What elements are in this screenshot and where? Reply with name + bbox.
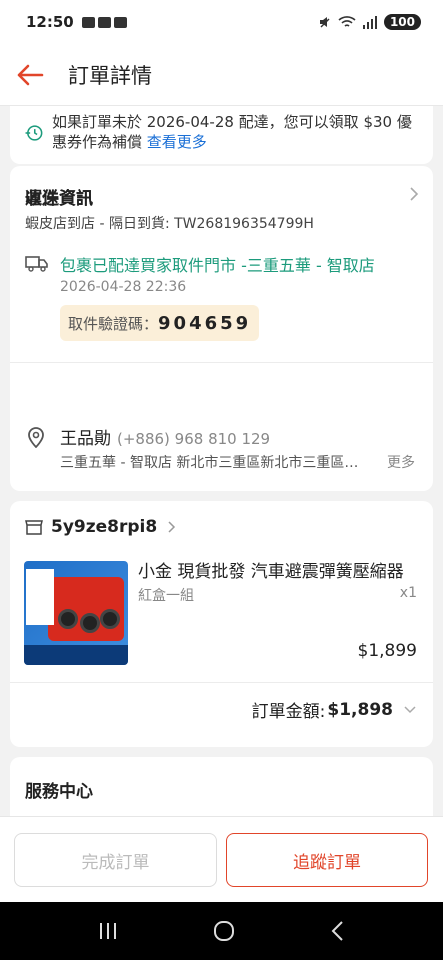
home-icon[interactable] [212,919,236,943]
pickup-code-label: 取件驗證碼： [68,314,159,333]
recipient-phone: (+886) 968 810 129 [117,430,271,448]
recipient-address: 三重五華 - 智取店 新北市三重區新北市三重區五華街 [60,455,360,471]
youtube-icon [81,16,95,28]
chevron-right-icon[interactable] [409,186,419,202]
shipping-method-tracking: 蝦皮店到店 - 隔日到貨: TW268196354799H [25,216,314,232]
system-icons: 100 [318,14,421,30]
order-detail-content[interactable]: 如果訂單未於 2026-04-28 配達，您可以領取 $30 優惠券作為補償 查… [0,106,443,816]
order-items-card: 5y9ze8rpi8 小金 現貨批發 汽車避震彈簧壓縮器 紅盒一組 x1 $1,… [10,501,433,747]
delivery-status: 包裹已配達買家取件門市 -三重五華 - 智取店 [60,256,375,275]
shipping-recipient-card: 運送資訊 蝦皮店到店 - 隔日到貨: TW268196354799H 包裹已配達… [10,166,433,491]
notice-message: 如果訂單未於 2026-04-28 配達，您可以領取 $30 優惠券作為補償 [51,113,412,151]
delivery-guarantee-notice: 如果訂單未於 2026-04-28 配達，您可以領取 $30 優惠券作為補償 查… [10,106,433,164]
app-notification-icon [97,16,111,28]
pickup-verification-code: 取件驗證碼： 904659 [60,305,260,341]
shop-name: 5y9ze8rpi8 [51,517,158,537]
product-quantity: x1 [399,585,417,601]
product-thumbnail[interactable] [24,561,128,665]
order-total-label: 訂單金額: [251,702,326,722]
system-navigation-bar [0,902,443,960]
pickup-code-value: 904659 [158,312,252,334]
order-total-amount: $1,898 [327,699,393,720]
tool-disk [100,609,120,629]
product-price: $1,899 [357,641,417,661]
shop-link[interactable]: 5y9ze8rpi8 [25,517,176,537]
recipient-name-row: 王品勛 (+886) 968 810 129 [60,424,270,449]
app-header: 訂單詳情 [0,44,443,106]
chevron-down-icon [404,706,416,714]
product-image-banner [24,645,128,665]
signal-icon [362,16,377,29]
recent-apps-icon[interactable] [97,921,119,941]
product-variant: 紅盒一組 [138,588,194,604]
recipient-info-title: 收件資訊 [25,189,93,209]
recipient-name: 王品勛 [60,429,111,449]
divider [10,362,433,363]
chevron-right-icon [168,521,176,533]
location-pin-icon [28,427,44,448]
product-promo-tag [26,569,54,625]
back-arrow-icon [17,64,44,85]
bottom-action-bar: 完成訂單 追蹤訂單 [0,816,443,902]
see-more-link[interactable]: 查看更多 [147,133,207,151]
clock-refund-icon [25,125,43,141]
tool-disk [80,613,100,633]
notification-icons [81,16,127,28]
shop-icon [25,520,43,535]
back-button[interactable] [0,44,60,106]
tool-disk [58,609,78,629]
divider [10,682,433,683]
status-bar: 12:50 100 [0,0,443,44]
mute-icon [319,17,330,28]
battery-level: 100 [383,14,421,30]
truck-icon [25,256,48,272]
back-icon[interactable] [330,920,346,942]
page-title: 訂單詳情 [68,63,152,88]
service-center-card: 服務中心 [10,757,433,816]
product-name[interactable]: 小金 現貨批發 汽車避震彈簧壓縮器 [138,557,418,582]
track-order-button[interactable]: 追蹤訂單 [226,833,428,887]
service-center-title: 服務中心 [25,782,93,802]
order-total-row[interactable]: 訂單金額: $1,898 [252,697,417,722]
notice-text: 如果訂單未於 2026-04-28 配達，您可以領取 $30 優惠券作為補償 查… [52,112,419,164]
shopping-bag-icon [113,16,127,28]
more-address-button[interactable]: 更多 [387,452,415,472]
delivery-status-time: 2026-04-28 22:36 [60,279,187,295]
complete-order-button[interactable]: 完成訂單 [14,833,217,887]
wifi-icon [338,16,356,27]
status-time: 12:50 [26,13,74,31]
